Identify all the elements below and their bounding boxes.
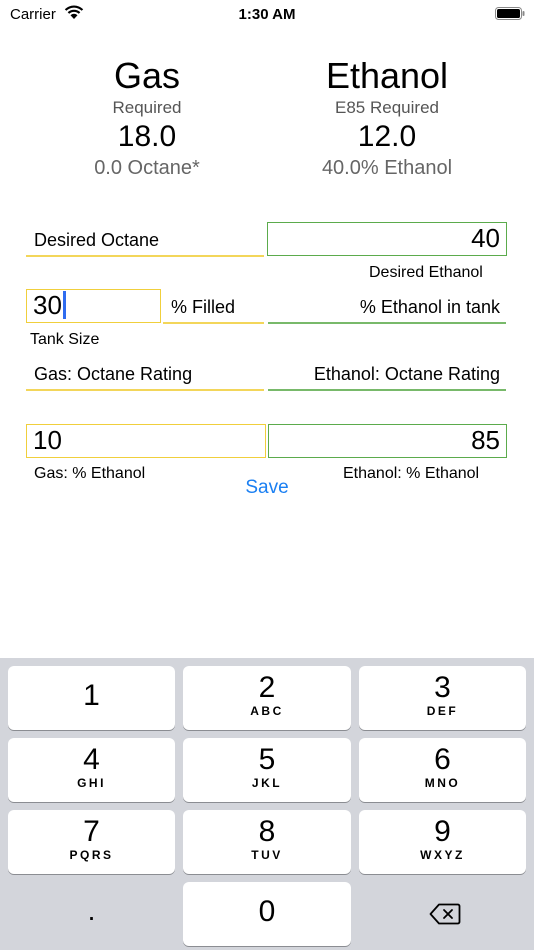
tank-size-value: 30 (33, 290, 62, 320)
key-letters: DEF (426, 704, 459, 718)
gas-required-label: Required (112, 98, 182, 117)
key-letters: WXYZ (420, 848, 465, 862)
key-0[interactable]: 0 (183, 882, 351, 946)
key-1[interactable]: 1 (8, 666, 175, 730)
key-9[interactable]: 9 WXYZ (359, 810, 526, 874)
key-digit: 5 (258, 743, 276, 776)
status-time: 1:30 AM (238, 6, 296, 23)
ethanol-ethanol-percent-label: Ethanol: % Ethanol (343, 465, 480, 482)
ethanol-ethanol-percent-input[interactable]: 85 (268, 424, 507, 458)
desired-ethanol-input[interactable]: 40 (267, 222, 507, 256)
key-2[interactable]: 2 ABC (183, 666, 351, 730)
key-digit: 3 (434, 671, 451, 704)
battery-icon (495, 7, 525, 20)
ethanol-required-amount: 12.0 (357, 120, 417, 153)
key-7[interactable]: 7 PQRS (8, 810, 175, 874)
percent-filled-underline (163, 322, 264, 324)
backspace-icon (429, 903, 461, 925)
key-letters: ABC (250, 704, 284, 718)
ethanol-in-tank-underline (268, 322, 506, 324)
tank-size-label: Tank Size (30, 331, 100, 348)
key-5[interactable]: 5 JKL (183, 738, 351, 802)
key-letters: MNO (424, 776, 461, 790)
key-digit: 0 (258, 895, 276, 928)
gas-octane-underline (26, 389, 264, 391)
key-letters: PQRS (69, 848, 114, 862)
gas-required-amount: 18.0 (117, 120, 177, 153)
ethanol-octane-underline (268, 389, 506, 391)
ethanol-octane-rating-field[interactable]: Ethanol: Octane Rating (268, 362, 506, 386)
ethanol-in-tank-field[interactable]: % Ethanol in tank (268, 295, 506, 319)
desired-ethanol-label: Desired Ethanol (369, 264, 483, 281)
key-digit: 2 (258, 671, 276, 704)
key-letters: GHI (77, 776, 106, 790)
gas-ethanol-percent-input[interactable]: 10 (26, 424, 266, 458)
key-6[interactable]: 6 MNO (359, 738, 526, 802)
gas-ethanol-percent-label: Gas: % Ethanol (34, 465, 146, 482)
key-letters: TUV (251, 848, 283, 862)
status-bar: Carrier 1:30 AM (0, 0, 534, 28)
key-digit: 1 (83, 679, 100, 712)
key-3[interactable]: 3 DEF (359, 666, 526, 730)
ethanol-percent-result: 40.0% Ethanol (321, 157, 453, 179)
desired-octane-field[interactable]: Desired Octane (26, 228, 264, 252)
gas-octane-result: 0.0 Octane* (94, 157, 200, 179)
numeric-keypad: 1 2 ABC 3 DEF 4 GHI 5 JKL 6 MNO 7 PQRS 8… (0, 658, 534, 950)
key-4[interactable]: 4 GHI (8, 738, 175, 802)
key-delete[interactable] (359, 882, 526, 946)
key-8[interactable]: 8 TUV (183, 810, 351, 874)
percent-filled-field[interactable]: % Filled (163, 295, 264, 319)
key-digit: 7 (83, 815, 100, 848)
key-decimal[interactable]: . (8, 886, 175, 942)
text-cursor (62, 291, 66, 320)
ethanol-title: Ethanol (325, 55, 449, 96)
save-button[interactable]: Save (217, 477, 317, 499)
key-letters: JKL (251, 776, 283, 790)
key-digit: 9 (434, 815, 451, 848)
gas-octane-rating-field[interactable]: Gas: Octane Rating (26, 362, 264, 386)
gas-result-panel: Gas Required 18.0 0.0 Octane* (22, 55, 272, 181)
desired-octane-underline (26, 255, 264, 257)
ethanol-result-panel: Ethanol E85 Required 12.0 40.0% Ethanol (262, 55, 512, 181)
ethanol-required-label: E85 Required (335, 98, 439, 117)
gas-title: Gas (113, 55, 181, 96)
tank-size-input[interactable]: 30 (26, 289, 161, 323)
key-digit: 4 (83, 743, 100, 776)
key-digit: 8 (258, 815, 276, 848)
key-digit: 6 (434, 743, 451, 776)
